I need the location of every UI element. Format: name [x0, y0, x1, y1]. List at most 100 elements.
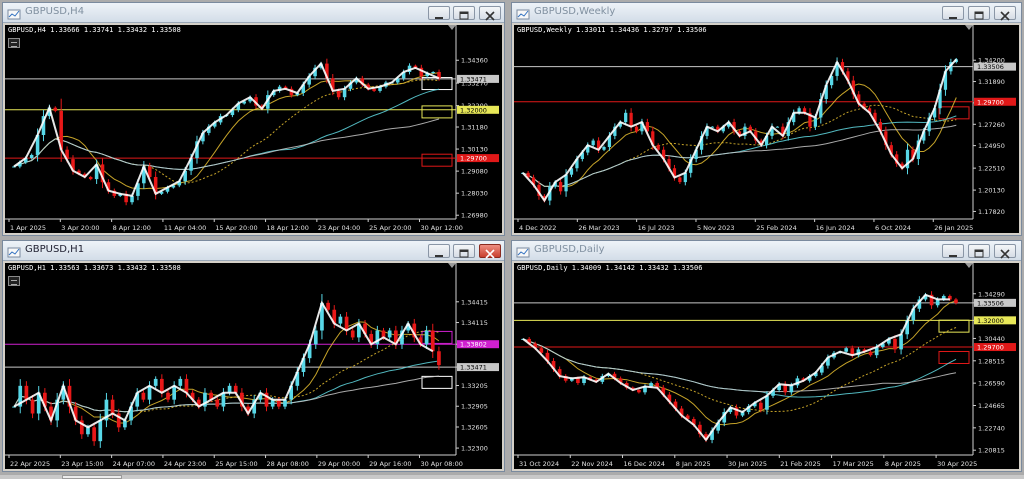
candle-body [160, 378, 164, 393]
price-tick-label: 1.28515 [978, 357, 1005, 365]
chart-window-weekly[interactable]: GBPUSD,Weekly 1.342001.318901.295801.272… [511, 2, 1022, 236]
zone-box [421, 105, 453, 119]
window-titlebar[interactable]: GBPUSD,H4 [3, 3, 504, 23]
price-tick-label: 1.20130 [978, 187, 1005, 195]
time-tick-label: 29 Apr 16:00 [369, 460, 411, 468]
time-tick-label: 24 Apr 07:00 [113, 460, 155, 468]
moving-average-line [13, 321, 440, 424]
time-tick-label: 8 Apr 2025 [885, 460, 921, 468]
window-titlebar[interactable]: GBPUSD,H1 [3, 241, 504, 261]
candle-body [283, 399, 287, 407]
price-tick-label: 1.30440 [978, 335, 1005, 343]
maximize-button[interactable] [968, 244, 990, 258]
price-tick-label: 1.17820 [978, 208, 1005, 216]
candle-body [178, 378, 183, 386]
candle-body [372, 88, 376, 91]
price-tick-label: 1.31180 [461, 124, 488, 132]
candle-body [564, 174, 568, 192]
time-tick-label: 26 Mar 2023 [578, 224, 619, 232]
time-tick-label: 16 Jul 2023 [638, 224, 675, 232]
price-tick-label: 1.33205 [461, 382, 488, 390]
price-tick-label: 1.32300 [461, 445, 488, 453]
time-tick-label: 26 Jan 2025 [934, 224, 973, 232]
minimize-button[interactable] [428, 244, 450, 258]
one-click-trading-icon[interactable] [8, 276, 20, 286]
price-level-label: 1.33471 [460, 75, 487, 83]
time-tick-label: 16 Dec 2024 [624, 460, 666, 468]
zone-box [421, 375, 453, 389]
candle-body [110, 399, 115, 414]
candle-body [147, 385, 152, 400]
chart-window-icon [516, 6, 530, 20]
chart-window-icon [7, 6, 21, 20]
price-chart[interactable]: 1.34415 1.34115 1.33802 1.33471 1.33205 1.329… [5, 263, 502, 469]
symbol-ohlc-info: GBPUSD,Daily 1.34009 1.34142 1.33432 1.3… [517, 264, 703, 272]
moving-average-line [13, 118, 440, 170]
zone-box [421, 153, 453, 167]
time-tick-label: 22 Apr 2025 [10, 460, 50, 468]
candle-body [88, 177, 93, 180]
maximize-button[interactable] [453, 6, 475, 20]
window-titlebar[interactable]: GBPUSD,Weekly [512, 3, 1021, 23]
candle-body [350, 330, 355, 338]
time-tick-label: 30 Jan 2025 [728, 460, 767, 468]
moving-average-line [522, 338, 957, 398]
candle-body [954, 299, 958, 303]
bottom-tab-strip [0, 475, 1024, 479]
candle-body [233, 385, 238, 393]
price-level-label: 1.33802 [460, 341, 487, 349]
price-chart[interactable]: 1.342001.318901.295801.272601.249501.225… [514, 25, 1019, 233]
maximize-button[interactable] [968, 6, 990, 20]
price-tick-label: 1.32605 [461, 423, 488, 431]
time-tick-label: 23 Apr 15:00 [61, 460, 103, 468]
candle-body [868, 351, 873, 356]
candle-body [899, 334, 903, 350]
chart-tab[interactable] [62, 475, 122, 479]
time-tick-label: 5 Nov 2023 [697, 224, 735, 232]
close-button[interactable] [479, 6, 501, 21]
price-tick-label: 1.26590 [978, 380, 1005, 388]
symbol-ohlc-info: GBPUSD,H4 1.33666 1.33741 1.33432 1.3350… [8, 26, 181, 34]
time-tick-label: 30 Apr 2025 [937, 460, 977, 468]
time-tick-label: 18 Apr 12:00 [267, 224, 309, 232]
price-level-label: 1.32000 [977, 317, 1004, 325]
candle-body [424, 330, 429, 345]
window-title: GBPUSD,H1 [25, 244, 85, 255]
time-tick-label: 30 Apr 12:00 [420, 224, 462, 232]
price-chart[interactable]: 1.343601.332701.322001.311801.301301.290… [5, 25, 502, 233]
zone-box [938, 319, 970, 333]
candle-body [430, 330, 435, 352]
time-tick-label: 22 Nov 2024 [571, 460, 613, 468]
chart-window-daily[interactable]: GBPUSD,Daily 1.342901.33506 1.32000 1.3044… [511, 240, 1022, 472]
close-button[interactable] [479, 244, 501, 259]
time-tick-label: 17 Mar 2025 [833, 460, 874, 468]
chart-shift-marker [448, 263, 456, 268]
window-titlebar[interactable]: GBPUSD,Daily [512, 241, 1021, 261]
close-button[interactable] [994, 6, 1016, 21]
price-level-label: 1.29700 [977, 98, 1004, 106]
price-tick-label: 1.26980 [461, 212, 488, 220]
chart-window-h4[interactable]: GBPUSD,H4 1.343601.332701.322001.311801.… [2, 2, 505, 236]
time-tick-label: 8 Apr 12:00 [113, 224, 151, 232]
close-button[interactable] [994, 244, 1016, 259]
minimize-button[interactable] [942, 244, 964, 258]
price-tick-label: 1.31890 [978, 78, 1005, 86]
candle-body [844, 348, 849, 352]
one-click-trading-icon[interactable] [8, 38, 20, 48]
time-tick-label: 25 Apr 20:00 [369, 224, 411, 232]
time-tick-label: 30 Apr 08:00 [420, 460, 462, 468]
price-chart[interactable]: 1.342901.33506 1.32000 1.30440 1.28515 1.265… [514, 263, 1019, 469]
chart-shift-marker [965, 263, 973, 268]
minimize-button[interactable] [428, 6, 450, 20]
price-tick-label: 1.22510 [978, 165, 1005, 173]
candle-body [342, 88, 347, 98]
candle-body [30, 399, 35, 414]
minimize-button[interactable] [942, 6, 964, 20]
maximize-button[interactable] [453, 244, 475, 258]
candle-body [98, 420, 103, 442]
chart-window-h1[interactable]: GBPUSD,H1 1.344151.341151.338021.334711.… [2, 240, 505, 472]
candle-body [893, 338, 897, 350]
price-level-label: 1.33506 [977, 63, 1004, 71]
price-tick-label: 1.30130 [461, 146, 488, 154]
candle-body [326, 302, 330, 310]
